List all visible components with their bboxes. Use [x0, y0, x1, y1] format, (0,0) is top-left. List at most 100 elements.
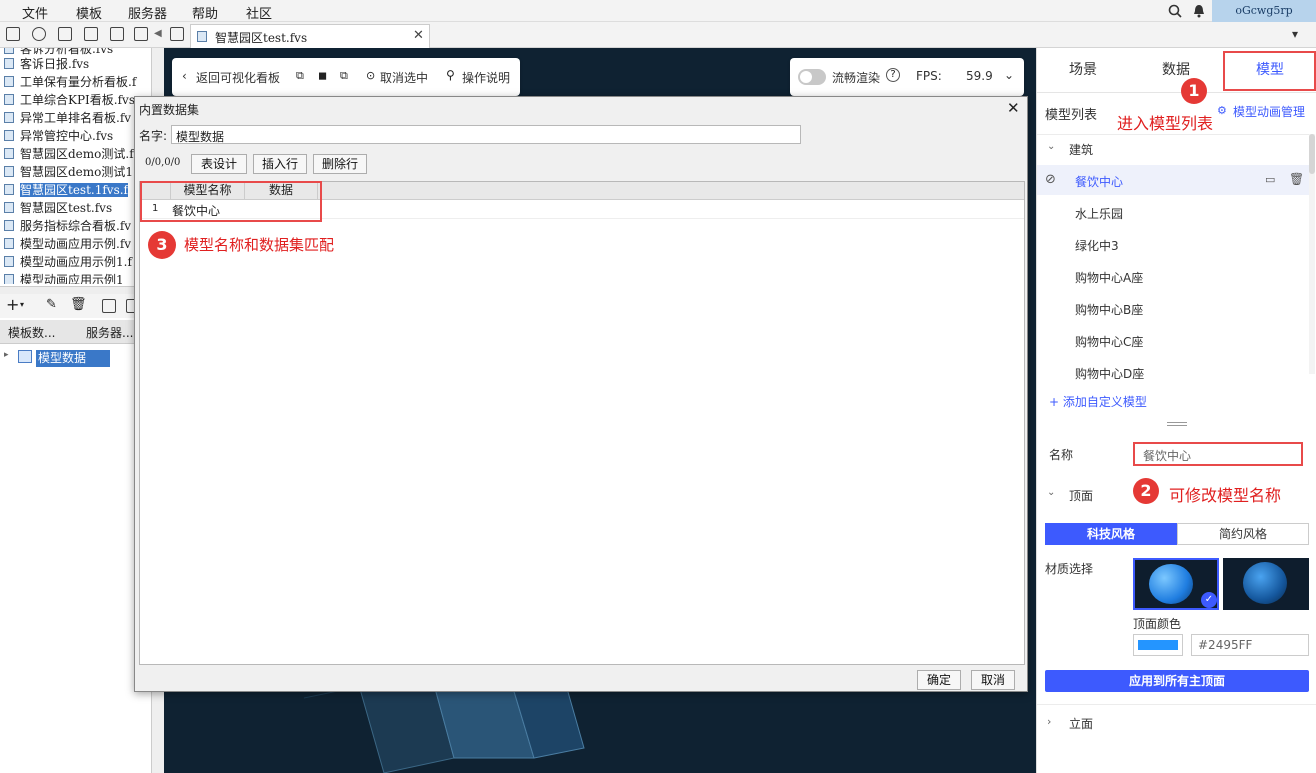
tab-server-data[interactable]: 服务器... — [86, 324, 133, 341]
list-item[interactable]: 智慧园区test.fvs — [4, 199, 150, 217]
tab-scene[interactable]: 场景 — [1037, 48, 1129, 92]
list-item[interactable]: 异常管控中心.fvs — [4, 127, 150, 145]
model-name-input[interactable]: 餐饮中心 — [1133, 442, 1303, 466]
model-item[interactable]: 绿化中3 — [1075, 237, 1119, 254]
cancel-button[interactable]: 取消 — [971, 670, 1015, 690]
tab-data[interactable]: 数据 — [1129, 48, 1223, 92]
list-item-selected[interactable]: 智慧园区test.1fvs.f — [4, 181, 150, 199]
table-design-button[interactable]: 表设计 — [191, 154, 247, 174]
dataset-tree-item[interactable]: 模型数据 — [36, 350, 110, 367]
help-button[interactable]: 操作说明 — [462, 69, 510, 86]
model-item[interactable]: 水上乐园 — [1075, 205, 1123, 222]
table-icon — [18, 350, 32, 363]
list-item[interactable]: 模型动画应用示例1.f — [4, 253, 150, 271]
list-item[interactable]: 智慧园区demo测试11. — [4, 163, 150, 181]
model-list-scrollbar[interactable] — [1309, 134, 1315, 374]
chevron-down-icon[interactable]: ⌄ — [1047, 487, 1055, 498]
insert-row-button[interactable]: 插入行 — [253, 154, 307, 174]
group-label-building[interactable]: 建筑 — [1069, 141, 1093, 158]
add-icon[interactable]: + — [6, 295, 19, 314]
tab-document[interactable]: 智慧园区test.fvs ✕ — [190, 24, 430, 48]
divider — [1037, 92, 1316, 93]
tree-expand-icon[interactable]: ▸ — [4, 350, 9, 360]
search-icon[interactable] — [1168, 4, 1182, 18]
material-option-2[interactable] — [1223, 558, 1309, 610]
file-icon — [4, 94, 14, 105]
list-item[interactable]: 智慧园区demo测试.fv — [4, 145, 150, 163]
data-grid[interactable]: 模型名称 数据 1 餐饮中心 3 模型名称和数据集匹配 — [139, 181, 1025, 665]
view-icon-3[interactable]: ⧉ — [340, 69, 348, 83]
pin-icon[interactable]: ▾ — [1292, 27, 1298, 41]
section-facade[interactable]: 立面 — [1069, 715, 1093, 732]
delete-row-button[interactable]: 删除行 — [313, 154, 367, 174]
apply-all-button[interactable]: 应用到所有主顶面 — [1045, 670, 1309, 692]
rename-icon[interactable]: ▭ — [1265, 173, 1275, 186]
preview-dataset-icon[interactable] — [102, 299, 116, 313]
style-tab-tech[interactable]: 科技风格 — [1045, 523, 1177, 545]
chevron-right-icon[interactable]: › — [1047, 715, 1051, 728]
highlight-tab-model — [1223, 51, 1316, 91]
template-icon[interactable] — [58, 27, 72, 41]
material-option-1[interactable]: ✓ — [1133, 558, 1219, 610]
gear-icon[interactable]: ⚙ — [1217, 104, 1227, 117]
view-icon-2[interactable]: ◼ — [318, 69, 327, 82]
smooth-render-toggle[interactable] — [798, 69, 826, 85]
style-tab-simple[interactable]: 简约风格 — [1177, 523, 1309, 545]
model-item[interactable]: 购物中心A座 — [1075, 269, 1143, 286]
copy-icon[interactable] — [134, 27, 148, 41]
trash-icon[interactable]: 🗑 — [1289, 172, 1304, 186]
section-top-face[interactable]: 顶面 — [1069, 487, 1093, 504]
dataset-name-input[interactable]: 模型数据 — [171, 125, 801, 144]
refresh-icon[interactable] — [32, 27, 46, 41]
list-item[interactable]: 服务指标综合看板.fv — [4, 217, 150, 235]
back-chevron-icon[interactable]: ‹ — [182, 69, 187, 83]
user-account[interactable]: oGcwg5rp — [1212, 0, 1316, 22]
list-item[interactable]: 模型动画应用示例1 — [4, 271, 150, 284]
panel-splitter[interactable] — [0, 286, 152, 294]
divider — [1037, 134, 1309, 135]
file-icon — [4, 130, 14, 141]
cancel-select-button[interactable]: 取消选中 — [380, 69, 428, 86]
view-icon-1[interactable]: ⧉ — [296, 69, 304, 83]
menu-community[interactable]: 社区 — [246, 3, 272, 22]
menu-template[interactable]: 模板 — [76, 3, 102, 22]
list-item[interactable]: 异常工单排名看板.fv — [4, 109, 150, 127]
model-item[interactable]: 购物中心B座 — [1075, 301, 1143, 318]
settings-icon[interactable] — [84, 27, 98, 41]
menu-file[interactable]: 文件 — [22, 3, 48, 22]
color-swatch[interactable] — [1133, 634, 1183, 656]
list-item[interactable]: 工单保有量分析看板.f — [4, 73, 150, 91]
eye-hidden-icon[interactable]: ⊘ — [1045, 172, 1056, 187]
add-custom-model-link[interactable]: + 添加自定义模型 — [1049, 393, 1147, 410]
bell-icon[interactable] — [1193, 4, 1205, 18]
tab-template-data[interactable]: 模板数... — [8, 324, 55, 341]
back-to-dashboard-button[interactable]: 返回可视化看板 — [196, 69, 280, 86]
model-animation-link[interactable]: 模型动画管理 — [1233, 103, 1305, 120]
menu-server[interactable]: 服务器 — [128, 3, 167, 22]
close-tab-icon[interactable]: ✕ — [413, 28, 424, 43]
new-file-icon[interactable] — [6, 27, 20, 41]
list-item[interactable]: 工单综合KPI看板.fvs — [4, 91, 150, 109]
ok-button[interactable]: 确定 — [917, 670, 961, 690]
question-icon[interactable]: ? — [886, 68, 900, 82]
model-item[interactable]: 购物中心C座 — [1075, 333, 1143, 350]
resize-handle[interactable] — [1167, 422, 1187, 426]
model-item[interactable]: 购物中心D座 — [1075, 365, 1144, 382]
close-icon[interactable]: ✕ — [1007, 99, 1020, 117]
material-label: 材质选择 — [1045, 562, 1094, 576]
list-item[interactable]: 模型动画应用示例.fv — [4, 235, 150, 253]
color-hex-input[interactable]: #2495FF — [1191, 634, 1309, 656]
list-item[interactable]: 客诉日报.fvs — [4, 55, 150, 73]
fps-value: 59.9 — [966, 69, 993, 83]
delete-icon[interactable] — [110, 27, 124, 41]
chevron-down-icon[interactable]: ▾ — [20, 300, 24, 309]
trash-icon[interactable]: 🗑 — [70, 297, 87, 312]
chevron-down-icon[interactable]: ⌄ — [1004, 68, 1014, 82]
menu-help[interactable]: 帮助 — [192, 3, 218, 22]
chevron-down-icon[interactable]: ⌄ — [1047, 141, 1055, 152]
collapse-left-icon[interactable]: ◀ — [154, 28, 162, 39]
edit-icon[interactable]: ✎ — [46, 297, 57, 312]
preview-icon[interactable] — [170, 27, 184, 41]
deselect-icon[interactable]: ⊙ — [366, 69, 375, 82]
model-item[interactable]: 餐饮中心 — [1075, 173, 1123, 190]
